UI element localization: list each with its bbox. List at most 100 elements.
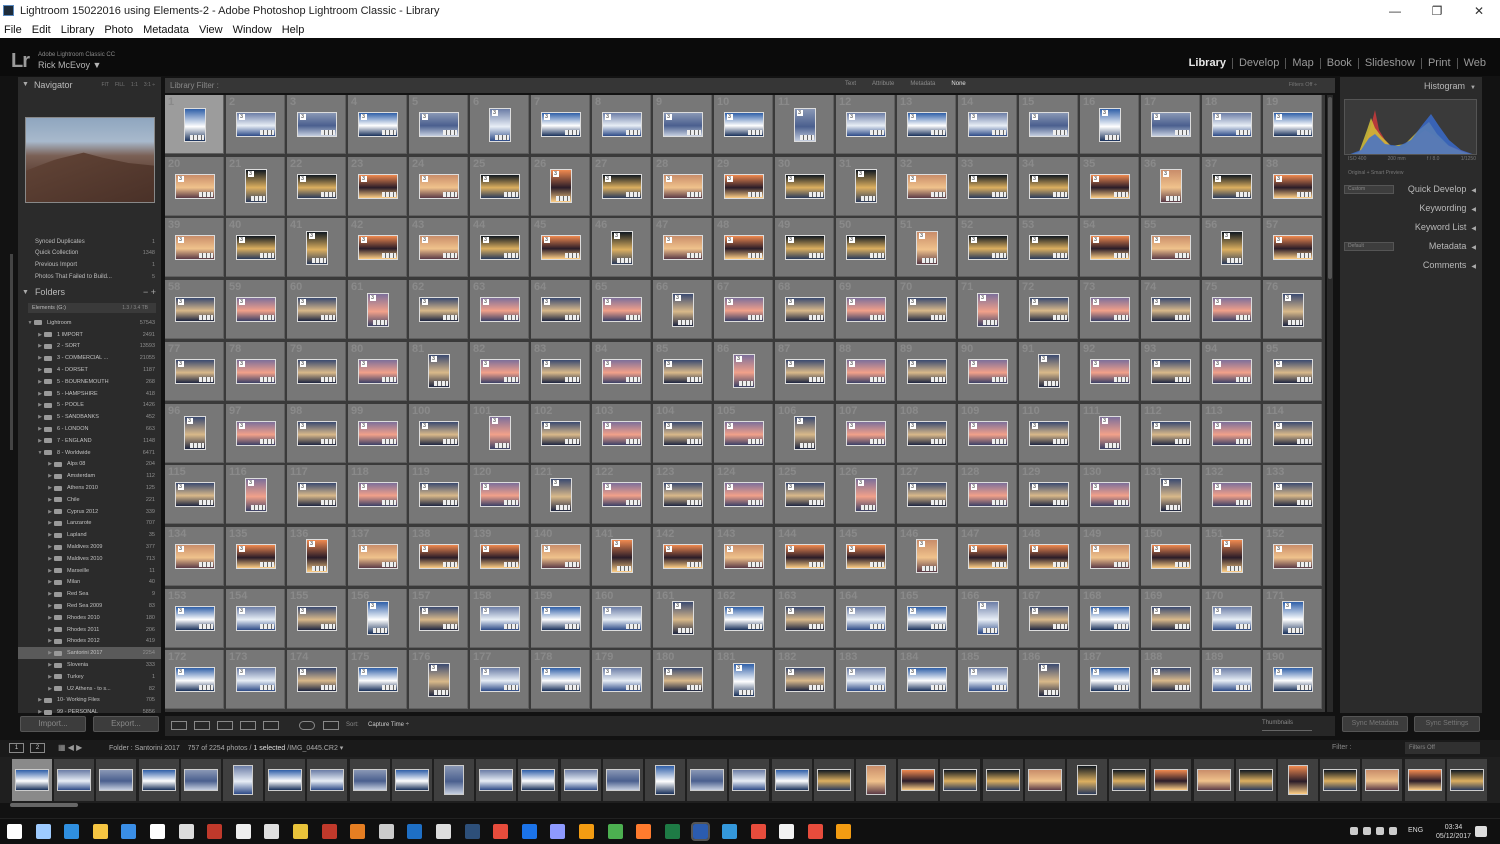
photo-cell[interactable]: 23 — [226, 95, 285, 154]
photo-cell[interactable]: 80 3 — [348, 341, 407, 401]
stack-badge-icon[interactable]: 3 — [1275, 175, 1282, 182]
photo-cell[interactable]: 91 3 — [1019, 341, 1078, 401]
module-print[interactable]: Print — [1422, 57, 1457, 69]
photo-cell[interactable]: 34 3 — [1019, 156, 1078, 216]
stack-badge-icon[interactable]: 3 — [909, 175, 916, 182]
photo-cell[interactable]: 66 3 — [653, 280, 712, 340]
photo-cell[interactable]: 154 3 — [226, 588, 285, 648]
catalog-item[interactable]: Photos That Failed to Build... 5 — [18, 271, 161, 283]
photo-thumbnail[interactable]: 3 — [1028, 482, 1069, 508]
stack-badge-icon[interactable]: 3 — [970, 175, 977, 182]
filmstrip-cell[interactable] — [476, 759, 517, 801]
stack-badge-icon[interactable]: 3 — [1214, 360, 1221, 367]
photo-thumbnail[interactable]: 3 — [418, 482, 459, 508]
photo-cell[interactable]: 170 3 — [1202, 588, 1261, 648]
photo-thumbnail[interactable]: 3 — [662, 235, 703, 261]
stack-badge-icon[interactable]: 3 — [1040, 356, 1047, 363]
filmstrip-thumbnail[interactable] — [943, 769, 978, 791]
photo-thumbnail[interactable]: 3 — [845, 297, 886, 323]
stack-badge-icon[interactable]: 3 — [665, 360, 672, 367]
photo-cell[interactable]: 180 3 — [653, 650, 712, 710]
filmstrip-cell[interactable] — [307, 759, 348, 801]
photo-thumbnail[interactable]: 3 — [967, 173, 1008, 199]
photo-thumbnail[interactable]: 3 — [174, 297, 215, 323]
filter-attribute[interactable]: Attribute — [872, 81, 894, 87]
photo-cell[interactable]: 48 3 — [714, 218, 773, 278]
filmstrip-thumbnail[interactable] — [15, 769, 49, 791]
photoshop-icon[interactable] — [521, 824, 537, 839]
stack-badge-icon[interactable]: 3 — [848, 422, 855, 429]
photo-cell[interactable]: 45 3 — [531, 218, 590, 278]
photo-thumbnail[interactable]: 3 — [1272, 667, 1313, 693]
stack-badge-icon[interactable]: 3 — [604, 175, 611, 182]
photo-thumbnail[interactable]: 3 — [1211, 605, 1252, 631]
stack-badge-icon[interactable]: 3 — [909, 114, 916, 120]
photo-cell[interactable]: 109 3 — [958, 403, 1017, 463]
filmstrip-thumbnail[interactable] — [1027, 769, 1062, 791]
photo-thumbnail[interactable]: 3 — [296, 297, 337, 323]
filmstrip-cell[interactable] — [856, 759, 896, 801]
photo-thumbnail[interactable]: 3 — [610, 539, 633, 574]
photo-cell[interactable]: 159 3 — [531, 588, 590, 648]
notifications-icon[interactable] — [1475, 826, 1487, 837]
photo-thumbnail[interactable]: 3 — [967, 482, 1008, 508]
folder-add-remove-icon[interactable]: − + — [143, 287, 156, 297]
photo-thumbnail[interactable]: 3 — [479, 235, 520, 261]
photo-thumbnail[interactable]: 3 — [1037, 662, 1060, 697]
stack-badge-icon[interactable]: 3 — [604, 607, 611, 614]
disclosure-triangle-icon[interactable]: ▶ — [36, 379, 44, 385]
folder-item[interactable]: ▶ Amsterdam 112 — [18, 470, 161, 482]
folder-item[interactable]: ▶ 5 - BOURNEMOUTH 268 — [18, 376, 161, 388]
photo-thumbnail[interactable]: 3 — [1150, 543, 1191, 569]
photo-thumbnail[interactable]: 3 — [601, 482, 642, 508]
stack-badge-icon[interactable]: 3 — [1153, 299, 1160, 306]
photo-thumbnail[interactable]: 3 — [1098, 416, 1121, 450]
stack-badge-icon[interactable]: 3 — [543, 545, 550, 552]
photo-cell[interactable]: 162 3 — [714, 588, 773, 648]
mail-icon[interactable] — [121, 824, 137, 839]
stack-badge-icon[interactable]: 3 — [430, 356, 437, 363]
photo-cell[interactable]: 22 3 — [287, 156, 346, 216]
stack-badge-icon[interactable]: 3 — [674, 294, 681, 301]
filter-metadata[interactable]: Metadata — [910, 81, 935, 87]
folder-item[interactable]: ▶ 5 - POOLE 1426 — [18, 400, 161, 412]
sync-metadata-button[interactable]: Sync Metadata — [1342, 716, 1408, 732]
photo-cell[interactable]: 149 3 — [1080, 526, 1139, 586]
photo-cell[interactable]: 190 3 — [1263, 650, 1322, 710]
photo-cell[interactable]: 36 3 — [1141, 156, 1200, 216]
photo-thumbnail[interactable]: 3 — [488, 107, 511, 142]
filmstrip-cell[interactable] — [1446, 759, 1487, 801]
filmstrip-thumbnail[interactable] — [268, 769, 303, 791]
stack-badge-icon[interactable]: 3 — [970, 422, 977, 429]
folder-item[interactable]: ▶ Red Sea 2009 83 — [18, 600, 161, 612]
photo-thumbnail[interactable]: 3 — [1028, 420, 1069, 446]
photo-cell[interactable]: 123 3 — [653, 465, 712, 525]
photo-cell[interactable]: 189 3 — [1202, 650, 1261, 710]
stack-badge-icon[interactable]: 3 — [726, 299, 733, 306]
filmstrip-cell[interactable] — [349, 759, 390, 801]
photo-cell[interactable]: 86 3 — [714, 341, 773, 401]
filmstrip-cell[interactable] — [180, 759, 221, 801]
stack-badge-icon[interactable]: 3 — [1153, 114, 1160, 120]
disclosure-triangle-icon[interactable]: ▶ — [46, 485, 54, 491]
photo-thumbnail[interactable]: 3 — [915, 230, 938, 265]
photo-cell[interactable]: 102 3 — [531, 403, 590, 463]
photo-cell[interactable]: 33 — [287, 95, 346, 154]
photo-thumbnail[interactable]: 3 — [906, 173, 947, 199]
photo-cell[interactable]: 82 3 — [470, 341, 529, 401]
photo-thumbnail[interactable]: 3 — [784, 482, 825, 508]
photo-thumbnail[interactable]: 3 — [967, 543, 1008, 569]
stack-badge-icon[interactable]: 3 — [421, 114, 428, 120]
folder-item[interactable]: ▶ Rhodes 2012 419 — [18, 636, 161, 648]
stack-badge-icon[interactable]: 3 — [238, 545, 245, 552]
photo-cell[interactable]: 64 3 — [531, 280, 590, 340]
app-icon[interactable] — [550, 824, 566, 839]
photo-thumbnail[interactable]: 3 — [296, 420, 337, 446]
photo-cell[interactable]: 97 3 — [226, 403, 285, 463]
photo-cell[interactable]: 173 3 — [226, 650, 285, 710]
stack-badge-icon[interactable]: 3 — [909, 422, 916, 429]
module-library[interactable]: Library — [1183, 57, 1232, 69]
filmstrip-thumbnail[interactable] — [444, 765, 464, 795]
stack-badge-icon[interactable]: 3 — [1214, 669, 1221, 676]
photo-cell[interactable]: 73 — [531, 95, 590, 154]
